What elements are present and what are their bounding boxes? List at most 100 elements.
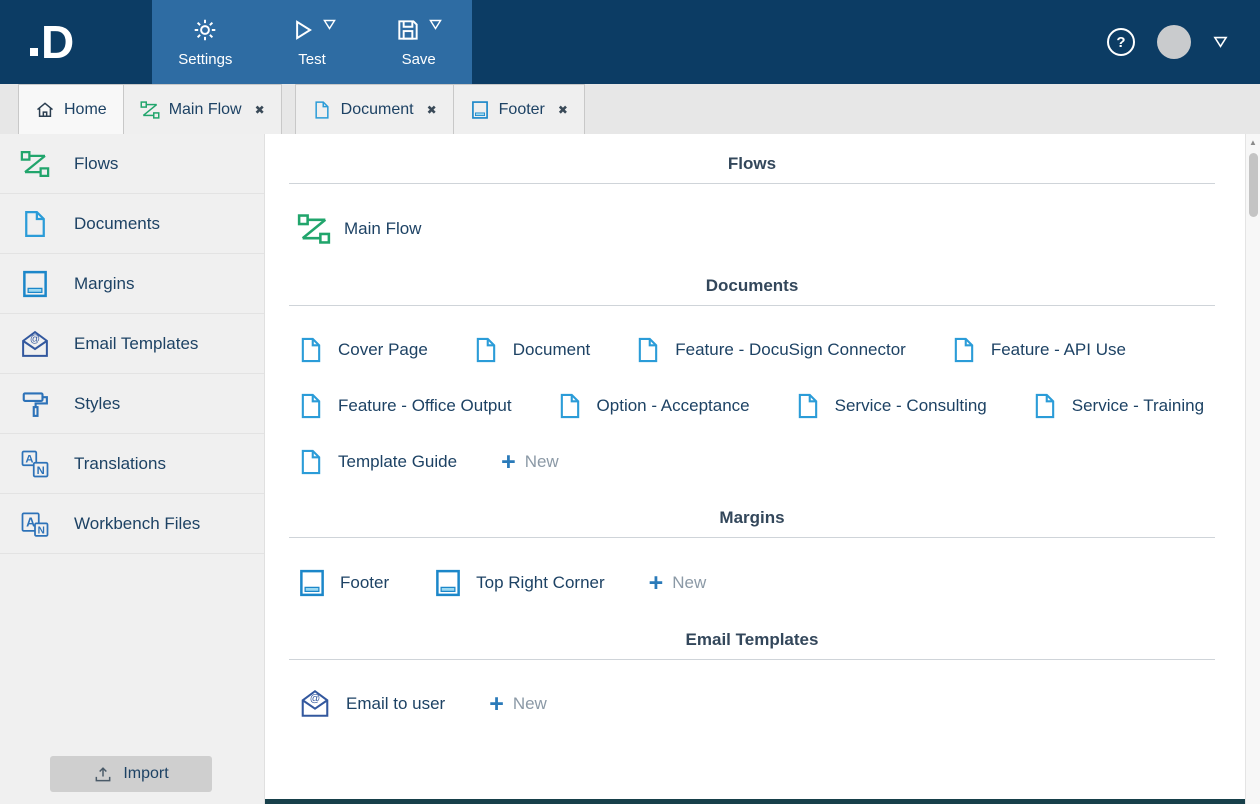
flow-icon — [140, 100, 160, 120]
document-icon — [556, 390, 584, 422]
sidebar-item-label: Styles — [74, 393, 121, 413]
tab-home[interactable]: Home — [18, 84, 124, 134]
section-flows: Flows Main Flow — [289, 154, 1215, 262]
sidebar-item-styles[interactable]: Styles — [0, 374, 264, 434]
sidebar-item-documents[interactable]: Documents — [0, 194, 264, 254]
styles-icon — [20, 389, 50, 419]
new-button[interactable]: + New — [501, 448, 559, 476]
tab-main-flow[interactable]: Main Flow ✖ — [122, 84, 282, 134]
close-icon[interactable]: ✖ — [558, 103, 568, 117]
help-icon: ? — [1116, 33, 1126, 51]
flow-icon — [20, 149, 50, 179]
sidebar-item-label: Margins — [74, 273, 135, 293]
svg-text:A: A — [25, 453, 33, 465]
email-icon: @ — [297, 688, 333, 719]
tab-label: Footer — [498, 100, 545, 118]
upload-icon — [93, 764, 113, 784]
sidebar-item-margins[interactable]: Margins — [0, 254, 264, 314]
svg-text:N: N — [38, 525, 45, 536]
sidebar-item-translations[interactable]: A N Translations — [0, 434, 264, 494]
gear-icon — [192, 17, 218, 43]
tab-document[interactable]: Document ✖ — [294, 84, 454, 134]
item-feature-office-output[interactable]: Feature - Office Output — [297, 390, 512, 422]
sidebar-item-flows[interactable]: Flows — [0, 134, 264, 194]
item-document[interactable]: Document — [472, 334, 590, 366]
item-feature-docusign-connector[interactable]: Feature - DocuSign Connector — [634, 334, 906, 366]
item-label: Email to user — [346, 693, 446, 713]
item-email-to-user[interactable]: @ Email to user — [297, 688, 445, 719]
document-icon — [1031, 390, 1059, 422]
body: Flows Documents Margins @ Email Templates Sty… — [0, 134, 1260, 804]
item-label: Service - Training — [1071, 396, 1205, 415]
document-icon — [794, 390, 822, 422]
sidebar-item-workbench-files[interactable]: A N Workbench Files — [0, 494, 264, 554]
section-items: @ Email to user + New — [289, 660, 1215, 735]
section-margins: Margins Footer Top Right Corner + New — [289, 508, 1215, 616]
chevron-down-icon[interactable] — [1213, 36, 1228, 48]
svg-text:@: @ — [310, 694, 321, 705]
section-list: Flows Main Flow Documents Cover Page Documen… — [289, 154, 1215, 735]
item-cover-page[interactable]: Cover Page — [297, 334, 428, 366]
plus-icon: + — [489, 689, 504, 718]
main-content: Flows Main Flow Documents Cover Page Documen… — [265, 134, 1245, 804]
item-feature-api-use[interactable]: Feature - API Use — [950, 334, 1126, 366]
scrollbar-thumb[interactable] — [1248, 153, 1258, 217]
margin-icon — [433, 566, 463, 600]
test-label: Test — [298, 50, 326, 68]
help-button[interactable]: ? — [1107, 28, 1135, 56]
flow-icon — [297, 212, 331, 246]
item-option-acceptance[interactable]: Option - Acceptance — [556, 390, 750, 422]
sidebar-item-label: Workbench Files — [74, 513, 201, 533]
tab-label: Document — [340, 100, 414, 118]
test-button[interactable]: Test — [259, 0, 366, 84]
new-button-label: New — [512, 693, 547, 713]
svg-text:N: N — [37, 464, 45, 476]
item-service-training[interactable]: Service - Training — [1031, 390, 1204, 422]
section-title: Documents — [705, 276, 799, 295]
avatar[interactable] — [1157, 25, 1191, 59]
item-service-consulting[interactable]: Service - Consulting — [794, 390, 987, 422]
document-icon — [297, 334, 325, 366]
margin-icon — [470, 100, 490, 120]
item-label: Feature - Office Output — [338, 396, 512, 415]
document-icon — [634, 334, 662, 366]
new-button-label: New — [524, 452, 559, 471]
tab-footer[interactable]: Footer ✖ — [452, 84, 585, 134]
document-icon — [472, 334, 500, 366]
section-email-templates: Email Templates @ Email to user + New — [289, 630, 1215, 735]
section-title: Margins — [719, 508, 785, 527]
item-label: Feature - DocuSign Connector — [675, 340, 906, 359]
import-label: Import — [123, 765, 169, 782]
item-top-right-corner[interactable]: Top Right Corner — [433, 566, 605, 600]
sidebar-item-label: Translations — [74, 453, 166, 473]
section-items: Footer Top Right Corner + New — [289, 538, 1215, 616]
import-button[interactable]: Import — [50, 756, 212, 792]
document-icon — [312, 100, 332, 120]
scroll-up-icon[interactable]: ▲ — [1249, 138, 1257, 147]
vertical-scrollbar[interactable]: ▲ — [1245, 134, 1260, 804]
section-title: Flows — [727, 154, 777, 173]
item-main-flow[interactable]: Main Flow — [297, 212, 421, 246]
chevron-down-icon[interactable] — [429, 19, 443, 30]
sidebar-item-label: Email Templates — [74, 333, 199, 353]
new-button[interactable]: + New — [489, 689, 547, 718]
close-icon[interactable]: ✖ — [427, 103, 437, 117]
new-button[interactable]: + New — [649, 571, 707, 596]
item-label: Cover Page — [338, 340, 428, 359]
settings-button[interactable]: Settings — [152, 0, 259, 84]
close-icon[interactable]: ✖ — [255, 103, 265, 117]
plus-icon: + — [501, 448, 516, 476]
save-button[interactable]: Save — [365, 0, 472, 84]
sidebar-item-label: Flows — [74, 153, 119, 173]
item-template-guide[interactable]: Template Guide — [297, 446, 457, 478]
save-icon — [395, 17, 421, 43]
item-footer[interactable]: Footer — [297, 566, 389, 600]
app-logo[interactable]: D — [30, 19, 74, 65]
sidebar-item-email-templates[interactable]: @ Email Templates — [0, 314, 264, 374]
chevron-down-icon[interactable] — [322, 19, 336, 30]
translations-icon: AN — [20, 449, 50, 479]
new-button-label: New — [672, 573, 707, 592]
home-icon — [35, 100, 55, 120]
document-icon — [297, 390, 325, 422]
section-documents: Documents Cover Page Document Feature - Doc… — [289, 276, 1215, 494]
